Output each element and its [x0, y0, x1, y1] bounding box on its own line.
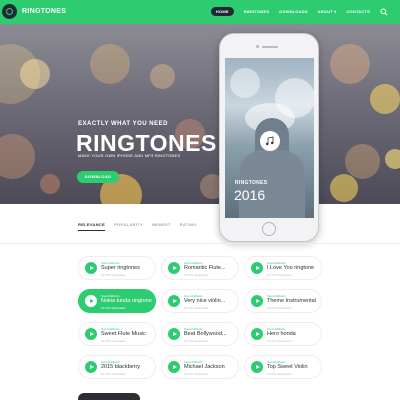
divider: [0, 243, 400, 244]
track-title: Michael Jackson: [184, 364, 225, 370]
play-icon[interactable]: [85, 328, 97, 340]
track-card[interactable]: Sound Effects Very nice violin... 10 270…: [161, 289, 239, 313]
track-downloads: 10 270 downloads: [267, 339, 292, 343]
search-icon[interactable]: [380, 8, 388, 16]
hero-banner: EXACTLY WHAT YOU NEED RINGTONES MAKE YOU…: [0, 24, 400, 204]
phone-speaker: [262, 46, 278, 48]
track-title: Sweet Flute Music: [101, 331, 146, 337]
main-menu: HOME RINGTONES DOWNLOADS ABOUT ▾ CONTACT…: [201, 7, 388, 16]
load-more-button[interactable]: [78, 393, 140, 400]
logo-icon[interactable]: [2, 4, 17, 19]
hero-subtitle: EXACTLY WHAT YOU NEED: [78, 121, 168, 127]
play-icon[interactable]: [251, 295, 263, 307]
play-icon[interactable]: [168, 328, 180, 340]
track-card[interactable]: Sound Effects Top Sweet Violin 10 270 do…: [244, 355, 322, 379]
track-title: Hero honda: [267, 331, 296, 337]
tab-newest[interactable]: NEWEST: [152, 222, 171, 231]
tab-popularity[interactable]: POPULARITY: [114, 222, 143, 231]
track-card[interactable]: Sound Effects Sweet Flute Music 10 270 d…: [78, 322, 156, 346]
play-icon[interactable]: [85, 361, 97, 373]
track-downloads: 10 270 downloads: [101, 273, 126, 277]
play-icon[interactable]: [168, 262, 180, 274]
play-icon[interactable]: [251, 328, 263, 340]
play-icon[interactable]: [251, 361, 263, 373]
track-card[interactable]: Sound Effects Beat Bollywood... 10 270 d…: [161, 322, 239, 346]
track-downloads: 10 270 downloads: [101, 306, 126, 310]
tab-rating[interactable]: RATING: [180, 222, 197, 231]
nav-item-ringtones[interactable]: RINGTONES: [244, 9, 270, 14]
screen-year: 2016: [234, 187, 266, 203]
nav-item-about[interactable]: ABOUT ▾: [318, 9, 337, 14]
track-downloads: 10 270 downloads: [184, 339, 209, 343]
track-downloads: 10 270 downloads: [101, 339, 126, 343]
play-icon[interactable]: [85, 262, 97, 274]
track-title: Beat Bollywood...: [184, 331, 227, 337]
track-card[interactable]: Sound Effects Romantic Flute... 10 270 d…: [161, 256, 239, 280]
track-downloads: 10 270 downloads: [184, 273, 209, 277]
track-downloads: 10 270 downloads: [267, 306, 292, 310]
play-icon[interactable]: [85, 295, 97, 307]
tab-relevance[interactable]: RELEVANCE: [78, 222, 106, 231]
track-title: I Love You ringtone: [267, 265, 315, 271]
track-card[interactable]: Sound Effects I Love You ringtone 10 270…: [244, 256, 322, 280]
sort-tabs: RELEVANCE POPULARITY NEWEST RATING: [78, 222, 206, 231]
track-card[interactable]: Sound Effects Theme Instrumental 10 270 …: [244, 289, 322, 313]
play-icon[interactable]: [168, 295, 180, 307]
phone-mockup: RINGTONES 2016: [219, 33, 319, 242]
brand-name[interactable]: RINGTONES: [22, 8, 66, 15]
phone-camera: [256, 45, 259, 48]
top-nav: RINGTONES HOME RINGTONES DOWNLOADS ABOUT…: [0, 0, 400, 24]
track-title: Theme Instrumental: [267, 298, 316, 304]
music-note-icon: [260, 131, 280, 151]
play-icon[interactable]: [168, 361, 180, 373]
track-card-active[interactable]: Sound Effects Nokia tunda ringtone 10 27…: [78, 289, 156, 313]
track-downloads: 10 270 downloads: [267, 372, 292, 376]
track-card[interactable]: Sound Effects Michael Jackson 10 270 dow…: [161, 355, 239, 379]
track-card[interactable]: Sound Effects Super ringtones 10 270 dow…: [78, 256, 156, 280]
track-card[interactable]: Sound Effects Hero honda 10 270 download…: [244, 322, 322, 346]
play-icon[interactable]: [251, 262, 263, 274]
track-title: Nokia tunda ringtone: [101, 298, 152, 304]
phone-screen: RINGTONES 2016: [225, 58, 314, 218]
track-title: Top Sweet Violin: [267, 364, 308, 370]
nav-item-contacts[interactable]: CONTACTS: [346, 9, 370, 14]
nav-item-home[interactable]: HOME: [210, 7, 234, 16]
track-title: Super ringtones: [101, 265, 140, 271]
track-downloads: 10 270 downloads: [184, 372, 209, 376]
screen-label: RINGTONES: [235, 180, 268, 186]
hero-description: MAKE YOUR OWN IPHONE AND MP3 RINGTONES: [78, 153, 181, 158]
track-downloads: 10 270 downloads: [267, 273, 292, 277]
track-title: Romantic Flute...: [184, 265, 226, 271]
track-downloads: 10 270 downloads: [101, 372, 126, 376]
phone-home-button: [262, 222, 276, 236]
track-downloads: 10 270 downloads: [184, 306, 209, 310]
download-button[interactable]: DOWNLOAD: [77, 171, 119, 183]
track-title: Very nice violin...: [184, 298, 226, 304]
track-title: 2015 blackberry: [101, 364, 141, 370]
nav-item-downloads[interactable]: DOWNLOADS: [279, 9, 307, 14]
track-card[interactable]: Sound Effects 2015 blackberry 10 270 dow…: [78, 355, 156, 379]
